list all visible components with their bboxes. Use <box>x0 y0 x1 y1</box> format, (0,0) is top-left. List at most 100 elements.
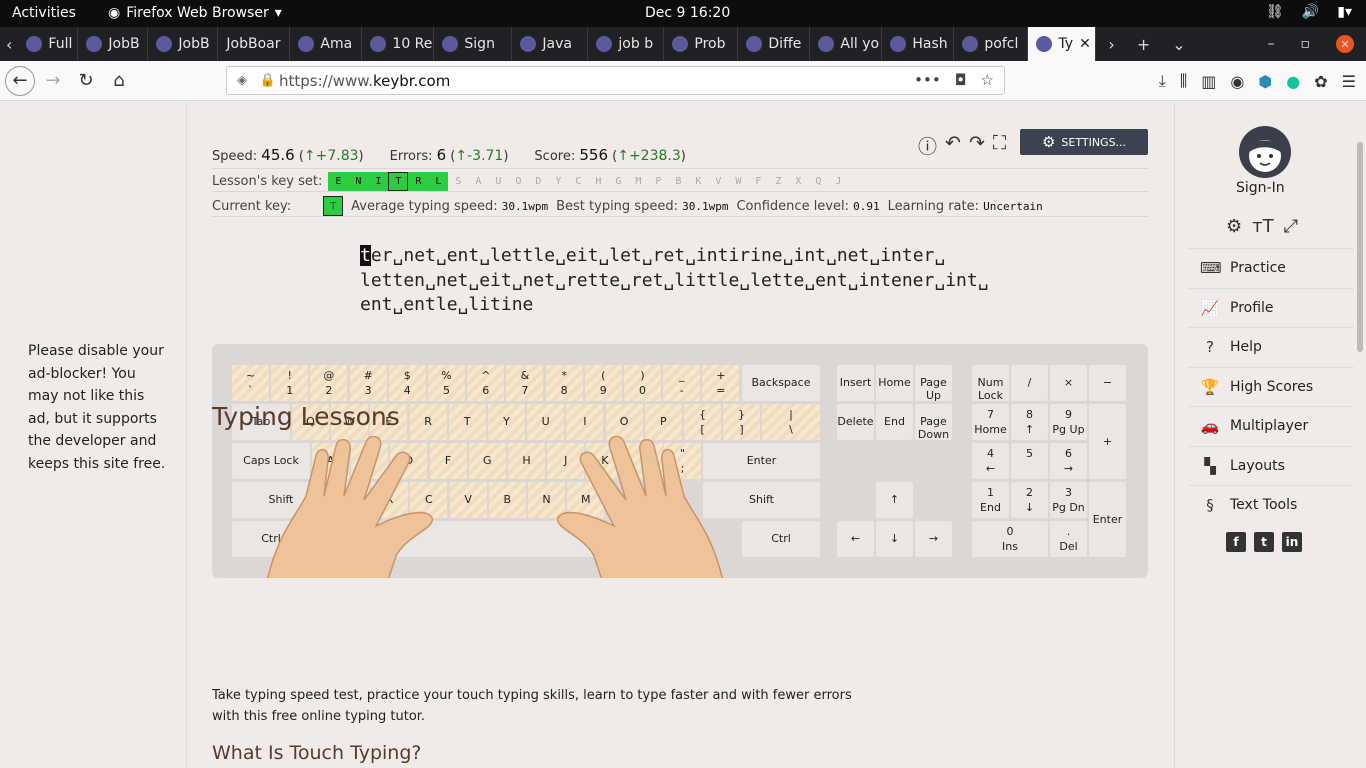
tab-6[interactable]: 10 Re <box>362 27 435 61</box>
key: ~ ` <box>232 365 269 401</box>
jobboard-icon <box>156 36 173 52</box>
trophy-icon: 🏆 <box>1200 377 1220 396</box>
keybr-icon <box>1036 36 1053 52</box>
key: Backspace <box>742 365 820 401</box>
document-icon <box>26 36 43 52</box>
facebook-icon[interactable]: f <box>1226 532 1246 552</box>
key: 6 → <box>1050 443 1087 479</box>
lesson-key: U <box>495 176 502 187</box>
window-controls: – ▫ ✕ <box>1268 27 1354 61</box>
key: @2 <box>310 365 348 401</box>
tab-11[interactable]: Diffe <box>738 27 811 61</box>
key: → <box>915 521 952 557</box>
sidebar-icon[interactable]: ▥ <box>1201 72 1216 91</box>
account-icon[interactable]: ◉ <box>1230 72 1244 91</box>
library-icon[interactable]: ⫼ <box>1180 71 1187 91</box>
sidebar-item-high-scores[interactable]: 🏆 High Scores <box>1188 366 1354 407</box>
download-icon[interactable]: ⤓ <box>1159 71 1166 91</box>
tab-15[interactable]: Ty ✕ <box>1028 27 1097 61</box>
tab-5[interactable]: Ama <box>290 27 363 61</box>
extension-icon[interactable]: ⬢ <box>1258 72 1272 91</box>
clock[interactable]: Dec 9 16:20 <box>645 5 730 21</box>
minimize-icon[interactable]: – <box>1268 36 1275 52</box>
tab-4[interactable]: JobBoar <box>218 27 291 61</box>
theme-gear-icon[interactable]: ⚙ <box>1226 216 1242 237</box>
bookmark-star-icon[interactable]: ☆ <box>981 71 994 89</box>
avatar-icon[interactable] <box>1239 126 1291 178</box>
sidebar-item-profile[interactable]: 📈 Profile <box>1188 287 1354 328</box>
url-bar[interactable]: ◈ 🔒 https://www. keybr.com ••• ◘ ☆ <box>226 66 1005 95</box>
linkedin-icon[interactable]: in <box>1282 532 1302 552</box>
scrollbar-thumb[interactable] <box>1357 142 1363 352</box>
lesson-key: O <box>515 176 522 187</box>
close-tab-icon[interactable]: ✕ <box>1079 36 1091 52</box>
lesson-key: R <box>408 172 429 191</box>
new-tab-icon[interactable]: + <box>1137 35 1150 54</box>
layout-icon: ▚ <box>1204 456 1216 475</box>
menu-icon[interactable]: ☰ <box>1342 72 1356 91</box>
redo-icon[interactable]: ↷ <box>969 132 985 159</box>
aws-icon <box>298 36 315 52</box>
undo-icon[interactable]: ↶ <box>945 132 961 159</box>
tab-controls: › + ⌄ <box>1096 35 1197 54</box>
tab-12[interactable]: All yo <box>810 27 883 61</box>
fullscreen-icon[interactable]: ⛶ <box>993 132 1006 159</box>
app-menu[interactable]: ◉ Firefox Web Browser ▾ <box>108 5 282 21</box>
sidebar-item-layouts[interactable]: ▚ Layouts <box>1188 445 1354 486</box>
scroll-right-icon[interactable]: › <box>1108 35 1114 54</box>
forward-icon[interactable]: → <box>38 66 68 96</box>
tab-10[interactable]: Prob <box>664 27 739 61</box>
tab-8[interactable]: Java <box>512 27 589 61</box>
home-icon[interactable]: ⌂ <box>104 66 134 96</box>
sign-in-link[interactable]: Sign-In <box>1236 180 1285 196</box>
font-size-icon[interactable]: тT <box>1252 216 1273 237</box>
lesson-key: M <box>635 176 642 187</box>
key: 9 Pg Up <box>1050 404 1087 440</box>
system-tray[interactable]: ⛓ 🔊 ▮▾ <box>1266 4 1352 20</box>
key: 7 Home <box>972 404 1009 440</box>
divider <box>212 191 1148 192</box>
scroll-left-icon[interactable]: ‹ <box>0 35 18 54</box>
maximize-icon[interactable]: ▫ <box>1301 36 1311 52</box>
key: | \ <box>762 404 820 440</box>
sidebar-item-help[interactable]: ? Help <box>1188 327 1354 367</box>
tab-2[interactable]: JobB <box>78 27 149 61</box>
reload-icon[interactable]: ↻ <box>71 66 101 96</box>
list-tabs-icon[interactable]: ⌄ <box>1172 35 1185 54</box>
grammarly-icon[interactable]: ● <box>1286 72 1300 91</box>
expand-icon[interactable]: ⤢ <box>1284 216 1298 237</box>
sidebar-item-text-tools[interactable]: § Text Tools <box>1188 485 1354 525</box>
tab-7[interactable]: Sign <box>434 27 513 61</box>
settings-button[interactable]: ⚙ SETTINGS... <box>1020 129 1148 155</box>
lesson-key: T <box>388 172 409 191</box>
tab-13[interactable]: Hash <box>882 27 955 61</box>
tab-1[interactable]: Full m <box>18 27 79 61</box>
key: / <box>1011 365 1048 401</box>
stats: Speed: 45.6 (↑+7.83) Errors: 6 (↑-3.71) … <box>212 146 686 164</box>
twitter-icon[interactable]: t <box>1254 532 1274 552</box>
ib-icon <box>520 36 537 52</box>
sidebar-item-practice[interactable]: ⌨ Practice <box>1188 248 1354 288</box>
key: $4 <box>388 365 426 401</box>
key: 1 End <box>972 482 1009 518</box>
pocket-icon[interactable]: ◘ <box>955 71 967 89</box>
tab-9[interactable]: job b <box>588 27 665 61</box>
key: 8 ↑ <box>1011 404 1048 440</box>
close-window-icon[interactable]: ✕ <box>1336 35 1354 53</box>
tab-14[interactable]: pofcl <box>954 27 1029 61</box>
key: ↑ <box>876 482 913 518</box>
help-icon[interactable]: ⓘ <box>918 132 937 159</box>
tab-3[interactable]: JobB <box>148 27 219 61</box>
lesson-key: W <box>735 176 742 187</box>
back-icon[interactable]: ← <box>5 65 35 96</box>
lesson-text[interactable]: ter␣net␣ent␣lettle␣eit␣let␣ret␣intirine␣… <box>360 244 1000 318</box>
shield-icon[interactable]: ◈ <box>227 73 257 88</box>
lock-icon[interactable]: 🔒 <box>257 73 279 88</box>
hands-illustration <box>267 436 723 578</box>
activities-button[interactable]: Activities <box>12 5 76 21</box>
sidebar-item-multiplayer[interactable]: 🚗 Multiplayer <box>1188 406 1354 446</box>
extension2-icon[interactable]: ✿ <box>1314 72 1327 91</box>
scrollbar[interactable] <box>1354 102 1366 768</box>
current-key-info: Current key: T Average typing speed: 30.… <box>212 196 1043 216</box>
page-actions-icon[interactable]: ••• <box>914 71 941 89</box>
